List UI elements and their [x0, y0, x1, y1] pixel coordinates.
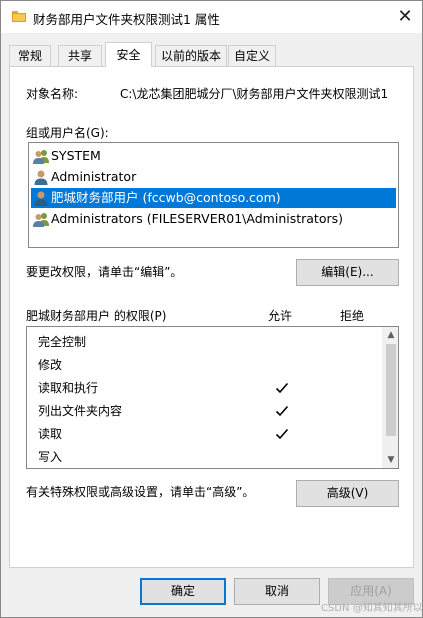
- properties-dialog: 财务部用户文件夹权限测试1 属性 ✕ 常规 共享 安全 以前的版本 自定义 对象…: [0, 0, 423, 618]
- group-users-icon: [33, 150, 49, 164]
- list-item[interactable]: SYSTEM: [31, 146, 396, 166]
- user-icon: [34, 191, 48, 206]
- allow-check-icon: [275, 382, 289, 394]
- advanced-button[interactable]: 高级(V): [296, 480, 399, 507]
- permissions-label: 肥城财务部用户 的权限(P): [26, 309, 167, 323]
- principal-name: 肥城财务部用户 (fccwb@contoso.com): [51, 190, 281, 205]
- ok-button[interactable]: 确定: [140, 578, 226, 605]
- permission-row: 读取: [38, 427, 63, 441]
- tab-previous-versions[interactable]: 以前的版本: [155, 45, 227, 67]
- allow-check-icon: [275, 428, 289, 440]
- edit-hint-text: 要更改权限，请单击“编辑”。: [26, 265, 183, 279]
- advanced-hint-text: 有关特殊权限或高级设置，请单击“高级”。: [26, 485, 255, 499]
- list-item[interactable]: Administrator: [31, 167, 396, 187]
- allow-check-icon: [275, 405, 289, 417]
- object-name-value: C:\龙芯集团肥城分厂\财务部用户文件夹权限测试1: [120, 87, 389, 101]
- tab-security[interactable]: 安全: [105, 42, 152, 67]
- tab-general[interactable]: 常规: [9, 45, 51, 67]
- watermark-text: CSDN @知其知其所以: [321, 603, 423, 614]
- permission-row: 读取和执行: [38, 381, 99, 395]
- folder-icon: [12, 11, 26, 22]
- object-name-label: 对象名称:: [26, 87, 79, 101]
- principal-name: Administrator: [51, 169, 137, 184]
- deny-column-header: 拒绝: [340, 309, 365, 323]
- title-bar: 财务部用户文件夹权限测试1 属性 ✕: [1, 1, 422, 33]
- tab-customize[interactable]: 自定义: [228, 45, 276, 67]
- user-icon: [34, 170, 48, 185]
- permission-row: 修改: [38, 358, 63, 372]
- scroll-thumb[interactable]: [386, 344, 396, 436]
- cancel-button[interactable]: 取消: [234, 578, 320, 605]
- group-users-icon: [33, 213, 49, 227]
- principal-name: SYSTEM: [51, 148, 101, 163]
- permissions-scrollbar[interactable]: ▲ ▼: [382, 327, 398, 468]
- security-panel: 对象名称: C:\龙芯集团肥城分厂\财务部用户文件夹权限测试1 组或用户名(G)…: [9, 66, 414, 568]
- permission-row: 写入: [38, 450, 63, 464]
- principal-name: Administrators (FILESERVER01\Administrat…: [51, 211, 343, 226]
- list-item[interactable]: Administrators (FILESERVER01\Administrat…: [31, 209, 396, 229]
- permissions-list[interactable]: 完全控制 修改 读取和执行 列出文件夹内容 读取 写入 ▲ ▼: [26, 326, 399, 469]
- permission-row: 列出文件夹内容: [38, 404, 123, 418]
- allow-column-header: 允许: [268, 309, 293, 323]
- permission-row: 完全控制: [38, 335, 87, 349]
- principals-list[interactable]: SYSTEM Administrator 肥城财务部用户 (fccwb@cont…: [28, 142, 399, 248]
- group-or-user-label: 组或用户名(G):: [26, 126, 109, 140]
- edit-button[interactable]: 编辑(E)...: [296, 259, 399, 286]
- scroll-down-icon[interactable]: ▼: [383, 452, 399, 468]
- list-item-selected[interactable]: 肥城财务部用户 (fccwb@contoso.com): [31, 188, 396, 208]
- scroll-up-icon[interactable]: ▲: [383, 327, 399, 343]
- tab-sharing[interactable]: 共享: [58, 45, 102, 67]
- window-title: 财务部用户文件夹权限测试1 属性: [33, 12, 220, 27]
- close-button[interactable]: ✕: [387, 1, 423, 32]
